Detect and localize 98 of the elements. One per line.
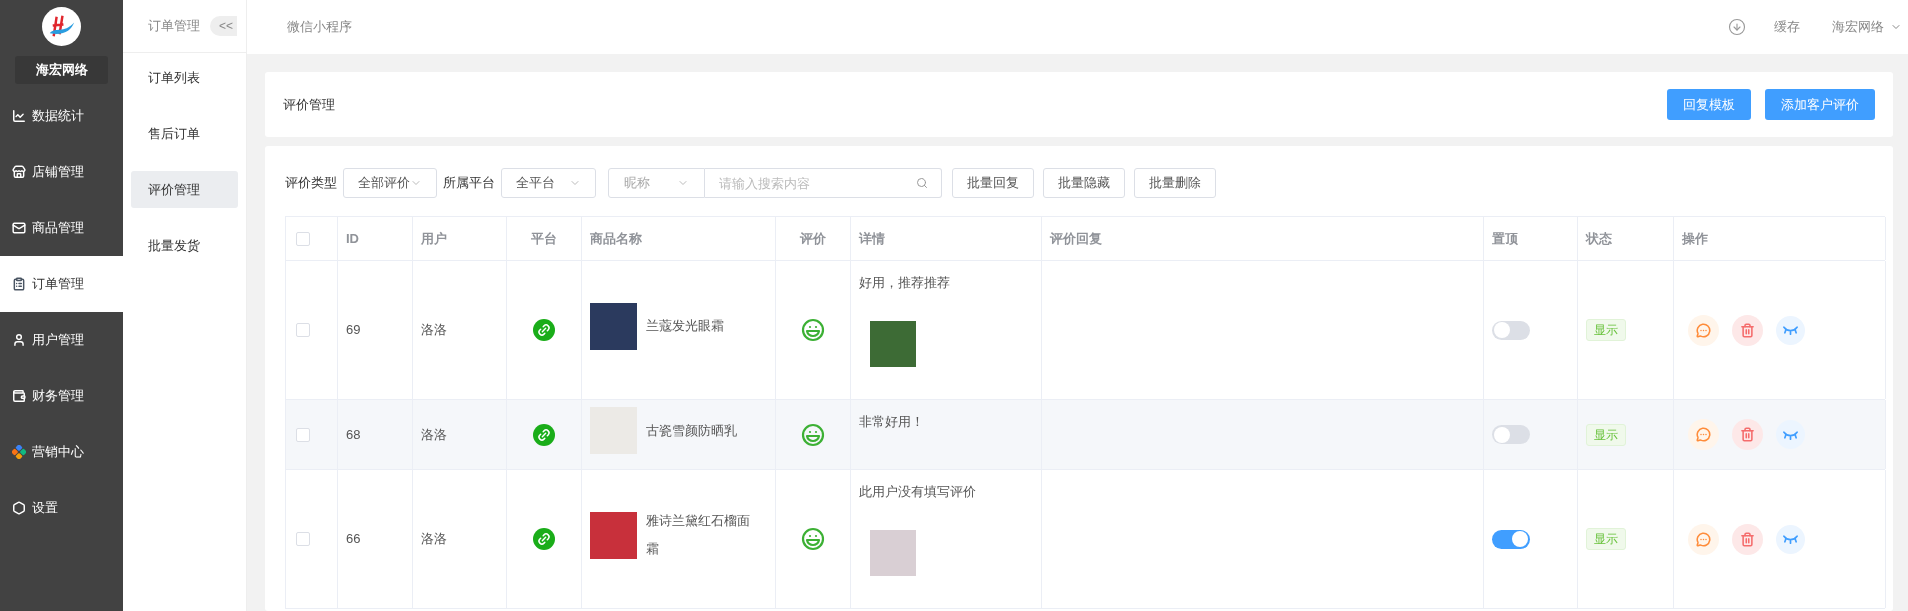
- submenu-item[interactable]: 售后订单: [131, 115, 238, 152]
- table-cell-text: 洛洛: [421, 530, 447, 549]
- batch-button[interactable]: 批量删除: [1134, 168, 1216, 198]
- sidebar-item[interactable]: 店铺管理: [0, 144, 123, 200]
- pin-toggle[interactable]: [1492, 529, 1530, 549]
- status-tag: 显示: [1586, 423, 1626, 446]
- laughing-face-icon: [801, 527, 825, 551]
- review-type-select[interactable]: 全部评价: [343, 168, 437, 198]
- review-text: 好用，推荐推荐: [859, 274, 951, 292]
- checkbox[interactable]: [296, 532, 310, 546]
- review-text: 非常好用！: [859, 413, 925, 431]
- table-cell-text: 66: [346, 530, 361, 549]
- hide-button[interactable]: [1776, 420, 1805, 449]
- mini-program-tab[interactable]: 微信小程序: [287, 17, 352, 37]
- sidebar-item[interactable]: 用户管理: [0, 312, 123, 368]
- store-icon: [12, 165, 26, 179]
- submenu-title: 订单管理: [148, 17, 200, 36]
- closed-eye-icon: [1783, 429, 1798, 440]
- filter-label: 所属平台: [443, 174, 495, 193]
- sidebar-item[interactable]: 订单管理: [0, 256, 123, 312]
- table-cell-text: 68: [346, 425, 361, 444]
- mini-program-icon: [533, 528, 555, 550]
- column-header: 评价回复: [1050, 229, 1102, 248]
- reply-button[interactable]: [1688, 314, 1719, 346]
- column-header: 操作: [1682, 229, 1708, 248]
- account-menu[interactable]: 海宏网络: [1832, 17, 1902, 37]
- submenu-item[interactable]: 批量发货: [131, 227, 238, 264]
- line-chart-icon: [12, 109, 26, 123]
- review-text: 此用户没有填写评价: [859, 483, 977, 501]
- sidebar-item[interactable]: 设置: [0, 480, 123, 536]
- product-photo-placeholder: [590, 511, 637, 559]
- table-row[interactable]: 68 洛洛 古瓷雪颜防晒乳 非常好用！ 显示: [286, 400, 1885, 470]
- sidebar-item[interactable]: 营销中心: [0, 424, 123, 480]
- column-header: 置顶: [1492, 229, 1518, 248]
- laughing-face-icon: [801, 422, 825, 447]
- laughing-face-icon: [801, 318, 825, 342]
- clipboard-icon: [12, 277, 26, 291]
- sidebar-item[interactable]: 数据统计: [0, 88, 123, 144]
- pin-toggle[interactable]: [1492, 425, 1530, 444]
- reply-button[interactable]: [1688, 523, 1719, 555]
- trash-icon: [1740, 427, 1755, 442]
- mini-program-icon: [533, 319, 555, 341]
- status-tag: 显示: [1586, 528, 1626, 550]
- wallet-icon: [12, 389, 26, 403]
- chat-bubble-icon: [1696, 322, 1711, 338]
- closed-eye-icon: [1783, 325, 1798, 335]
- table-row[interactable]: 66 洛洛 雅诗兰黛红石榴面霜 此用户没有填写评价 显示: [286, 470, 1885, 609]
- hide-button[interactable]: [1776, 315, 1805, 345]
- product-name: 雅诗兰黛红石榴面霜: [646, 512, 751, 558]
- column-header: 商品名称: [590, 229, 642, 248]
- column-header: 评价: [800, 229, 826, 248]
- envelope-icon: [12, 221, 26, 235]
- filter-label: 评价类型: [285, 174, 337, 193]
- column-header: 用户: [421, 229, 447, 248]
- table-row[interactable]: 69 洛洛 兰蔻发光眼霜 好用，推荐推荐 显示: [286, 261, 1885, 400]
- pin-toggle[interactable]: [1492, 320, 1530, 340]
- product-photo-placeholder: [590, 302, 637, 350]
- submenu-item[interactable]: 评价管理: [131, 171, 238, 208]
- table-cell-text: 69: [346, 321, 361, 340]
- delete-button[interactable]: [1732, 523, 1763, 555]
- chat-bubble-icon: [1696, 427, 1711, 442]
- platform-select[interactable]: 全平台: [501, 168, 596, 198]
- status-tag: 显示: [1586, 319, 1626, 341]
- checkbox[interactable]: [296, 323, 310, 337]
- batch-button[interactable]: 批量回复: [952, 168, 1034, 198]
- brand-label: 海宏网络: [15, 56, 108, 84]
- search-input[interactable]: 请输入搜索内容: [705, 168, 942, 198]
- reply-button[interactable]: [1688, 419, 1719, 450]
- submenu-item[interactable]: 订单列表: [131, 59, 238, 96]
- delete-button[interactable]: [1732, 314, 1763, 346]
- page-title: 评价管理: [283, 95, 335, 114]
- checkbox[interactable]: [296, 231, 310, 246]
- sidebar-item[interactable]: 财务管理: [0, 368, 123, 424]
- download-icon[interactable]: [1728, 18, 1746, 36]
- mini-program-icon: [533, 423, 555, 446]
- product-name: 古瓷雪颜防晒乳: [646, 421, 738, 440]
- colored-squares-icon: [12, 445, 26, 459]
- search-icon[interactable]: [916, 177, 928, 189]
- column-header: 平台: [531, 229, 557, 248]
- cache-button[interactable]: 缓存: [1774, 17, 1800, 37]
- settings-icon: [12, 501, 26, 515]
- table-cell-text: 洛洛: [421, 425, 447, 444]
- trash-icon: [1740, 322, 1755, 338]
- logo-icon: [42, 7, 81, 46]
- hide-button[interactable]: [1776, 524, 1805, 554]
- chat-bubble-icon: [1696, 531, 1711, 547]
- closed-eye-icon: [1783, 534, 1798, 544]
- column-header: 详情: [859, 229, 885, 248]
- sidebar-item[interactable]: 商品管理: [0, 200, 123, 256]
- column-header: ID: [346, 229, 359, 248]
- checkbox[interactable]: [296, 427, 310, 442]
- user-icon: [12, 333, 26, 347]
- batch-button[interactable]: 批量隐藏: [1043, 168, 1125, 198]
- delete-button[interactable]: [1732, 419, 1763, 450]
- column-header: 状态: [1586, 229, 1612, 248]
- table-cell-text: 洛洛: [421, 321, 447, 340]
- product-name: 兰蔻发光眼霜: [646, 317, 725, 335]
- trash-icon: [1740, 531, 1755, 547]
